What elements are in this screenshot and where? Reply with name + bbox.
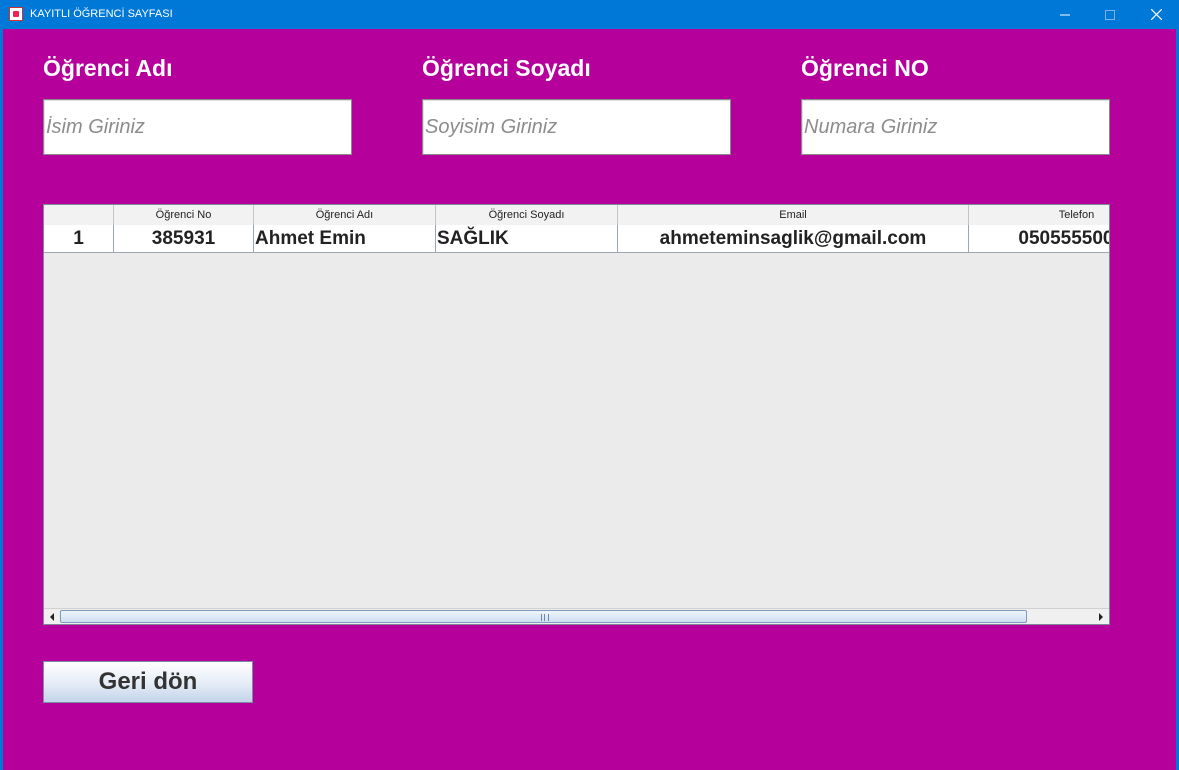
student-surname-field xyxy=(422,99,731,155)
arrow-right-icon xyxy=(1099,613,1103,621)
java-cup-icon xyxy=(9,7,23,21)
student-surname-input[interactable] xyxy=(424,101,728,153)
window-title: KAYITLI ÖĞRENCİ SAYFASI xyxy=(30,8,173,20)
window-border-left xyxy=(0,29,3,770)
scroll-left-button[interactable] xyxy=(44,609,60,624)
scroll-right-button[interactable] xyxy=(1093,609,1109,624)
column-header-index[interactable] xyxy=(44,205,114,225)
cell-student-surname: SAĞLIK xyxy=(436,225,618,252)
scrollbar-thumb[interactable] xyxy=(60,610,1027,623)
column-header-phone[interactable]: Telefon xyxy=(969,205,1109,225)
cell-student-name: Ahmet Emin xyxy=(254,225,436,252)
close-icon xyxy=(1150,9,1162,20)
column-header-student-name[interactable]: Öğrenci Adı xyxy=(254,205,436,225)
arrow-left-icon xyxy=(50,613,54,621)
column-header-student-surname[interactable]: Öğrenci Soyadı xyxy=(436,205,618,225)
title-bar: KAYITLI ÖĞRENCİ SAYFASI xyxy=(0,0,1179,29)
student-name-field xyxy=(43,99,352,155)
back-button[interactable]: Geri dön xyxy=(43,661,253,703)
horizontal-scrollbar[interactable] xyxy=(44,608,1109,624)
grip-icon xyxy=(541,614,549,621)
student-name-input[interactable] xyxy=(45,101,349,153)
table-header: Öğrenci No Öğrenci Adı Öğrenci Soyadı Em… xyxy=(44,205,1109,226)
minimize-icon xyxy=(1060,14,1070,15)
student-number-input[interactable] xyxy=(803,101,1107,153)
column-header-student-no[interactable]: Öğrenci No xyxy=(114,205,254,225)
students-table[interactable]: Öğrenci No Öğrenci Adı Öğrenci Soyadı Em… xyxy=(43,204,1110,625)
maximize-button[interactable] xyxy=(1087,0,1133,29)
student-number-label: Öğrenci NO xyxy=(801,55,929,81)
close-button[interactable] xyxy=(1133,0,1179,29)
minimize-button[interactable] xyxy=(1042,0,1088,29)
maximize-icon xyxy=(1105,9,1115,20)
cell-index: 1 xyxy=(44,225,114,252)
cell-phone: 05055550000 xyxy=(969,225,1109,252)
student-number-field xyxy=(801,99,1110,155)
table-row[interactable]: 1 385931 Ahmet Emin SAĞLIK ahmeteminsagl… xyxy=(44,225,1109,253)
student-name-label: Öğrenci Adı xyxy=(43,55,173,81)
student-surname-label: Öğrenci Soyadı xyxy=(422,55,591,81)
cell-email: ahmeteminsaglik@gmail.com xyxy=(618,225,969,252)
column-header-email[interactable]: Email xyxy=(618,205,969,225)
cell-student-no: 385931 xyxy=(114,225,254,252)
